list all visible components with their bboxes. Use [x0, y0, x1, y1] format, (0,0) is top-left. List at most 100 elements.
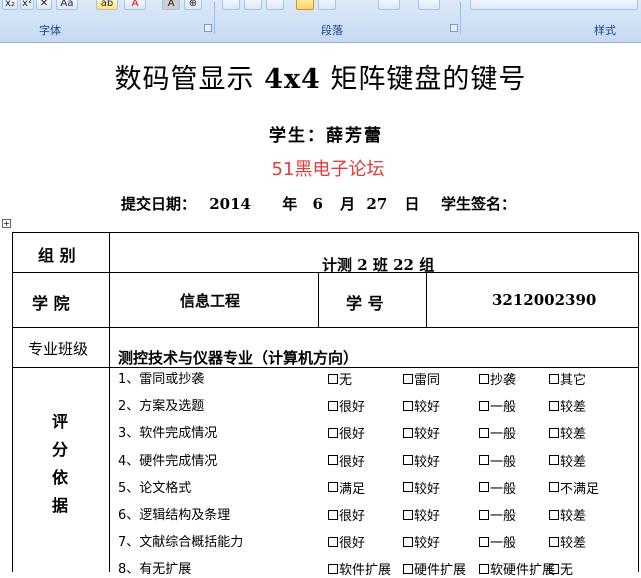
checkbox-icon[interactable]	[403, 536, 413, 547]
criterion-option[interactable]: 软硬件扩展	[479, 559, 555, 578]
criterion-option[interactable]: 较好	[403, 423, 440, 442]
criterion-option[interactable]: 不满足	[549, 478, 599, 497]
criterion-option[interactable]: 较好	[403, 505, 440, 524]
submit-day: 27	[366, 195, 388, 213]
option-label: 一般	[490, 481, 517, 497]
checkbox-icon[interactable]	[403, 509, 413, 520]
checkbox-icon[interactable]	[479, 373, 489, 384]
criterion-option[interactable]: 一般	[479, 451, 516, 470]
document-page[interactable]: 数码管显示 4x4 矩阵键盘的键号 学生：薛芳蕾 51黑电子论坛 提交日期： 2…	[0, 43, 641, 578]
checkbox-icon[interactable]	[403, 427, 413, 438]
checkbox-icon[interactable]	[328, 427, 338, 438]
option-label: 较好	[414, 481, 441, 497]
criterion-option[interactable]: 抄袭	[479, 369, 516, 388]
style-gallery[interactable]	[470, 0, 638, 10]
criterion-option[interactable]: 较好	[403, 451, 440, 470]
subscript-button[interactable]: x₂	[2, 0, 18, 10]
checkbox-icon[interactable]	[549, 482, 559, 493]
shading-button[interactable]	[378, 0, 400, 10]
font-dialog-launcher-icon[interactable]	[204, 24, 212, 32]
checkbox-icon[interactable]	[403, 482, 413, 493]
criterion-option[interactable]: 较差	[549, 423, 586, 442]
checkbox-icon[interactable]	[549, 427, 559, 438]
criterion-option[interactable]: 软件扩展	[328, 559, 391, 578]
criterion-option[interactable]: 较差	[549, 451, 586, 470]
criterion-option[interactable]: 很好	[328, 505, 365, 524]
criterion-option[interactable]: 较好	[403, 478, 440, 497]
checkbox-icon[interactable]	[479, 563, 489, 574]
option-label: 很好	[339, 536, 366, 552]
paragraph-group-label: 段落	[321, 24, 343, 37]
clear-format-button[interactable]: ✕	[36, 0, 52, 10]
basis-char: 依	[52, 468, 69, 487]
option-label: 一般	[490, 454, 517, 470]
criterion-option[interactable]: 较好	[403, 532, 440, 551]
signature-label: 学生签名：	[441, 195, 517, 213]
criterion-option[interactable]: 很好	[328, 396, 365, 415]
criterion-option[interactable]: 硬件扩展	[403, 559, 466, 578]
border-button[interactable]	[418, 0, 440, 10]
checkbox-icon[interactable]	[479, 455, 489, 466]
align-left-button[interactable]	[222, 0, 240, 10]
title-prefix: 数码管显示	[114, 64, 255, 95]
distribute-button[interactable]	[318, 0, 336, 10]
criterion-option[interactable]: 其它	[549, 369, 586, 388]
char-shading-button[interactable]: A	[162, 0, 180, 10]
checkbox-icon[interactable]	[328, 509, 338, 520]
criterion-option[interactable]: 较好	[403, 396, 440, 415]
highlight-button[interactable]: ab	[96, 0, 118, 10]
option-label: 很好	[339, 509, 366, 524]
criterion-option[interactable]: 一般	[479, 478, 516, 497]
checkbox-icon[interactable]	[479, 482, 489, 493]
checkbox-icon[interactable]	[328, 482, 338, 493]
justify-button[interactable]	[296, 0, 314, 10]
option-label: 一般	[490, 509, 517, 524]
criterion-option[interactable]: 很好	[328, 423, 365, 442]
checkbox-icon[interactable]	[549, 455, 559, 466]
criterion-option[interactable]: 很好	[328, 532, 365, 551]
option-label: 较差	[560, 509, 587, 524]
checkbox-icon[interactable]	[549, 563, 559, 574]
checkbox-icon[interactable]	[549, 536, 559, 547]
checkbox-icon[interactable]	[403, 400, 413, 411]
criterion-option[interactable]: 较差	[549, 396, 586, 415]
checkbox-icon[interactable]	[403, 563, 413, 574]
criterion-option[interactable]: 一般	[479, 505, 516, 524]
criterion-option[interactable]: 一般	[479, 396, 516, 415]
criterion-option[interactable]: 很好	[328, 451, 365, 470]
checkbox-icon[interactable]	[549, 509, 559, 520]
align-right-button[interactable]	[266, 0, 284, 10]
enclose-char-button[interactable]: ⊕	[184, 0, 202, 10]
ribbon: x₂ x² ✕ Aa ab A A ⊕ 字体 段落 样式	[0, 0, 641, 43]
criterion-option[interactable]: 较差	[549, 505, 586, 524]
checkbox-icon[interactable]	[328, 455, 338, 466]
checkbox-icon[interactable]	[549, 400, 559, 411]
checkbox-icon[interactable]	[328, 536, 338, 547]
criterion-option[interactable]: 一般	[479, 423, 516, 442]
checkbox-icon[interactable]	[328, 563, 338, 574]
college-value: 信息工程	[180, 292, 241, 310]
criterion-option[interactable]: 无	[328, 369, 352, 388]
checkbox-icon[interactable]	[479, 509, 489, 520]
criterion-option[interactable]: 雷同	[403, 369, 440, 388]
checkbox-icon[interactable]	[328, 400, 338, 411]
checkbox-icon[interactable]	[479, 427, 489, 438]
paragraph-dialog-launcher-icon[interactable]	[450, 24, 458, 32]
superscript-button[interactable]: x²	[20, 0, 34, 10]
checkbox-icon[interactable]	[479, 400, 489, 411]
criterion-option[interactable]: 满足	[328, 478, 365, 497]
option-label: 较差	[560, 400, 587, 416]
align-center-button[interactable]	[244, 0, 262, 10]
criterion-option[interactable]: 较差	[549, 532, 586, 551]
font-color-button[interactable]: A	[124, 0, 146, 10]
table-move-handle-icon[interactable]: +	[2, 219, 11, 228]
checkbox-icon[interactable]	[479, 536, 489, 547]
criterion-option[interactable]: 无	[549, 559, 573, 578]
checkbox-icon[interactable]	[403, 373, 413, 384]
checkbox-icon[interactable]	[549, 373, 559, 384]
criterion-option[interactable]: 一般	[479, 532, 516, 551]
checkbox-icon[interactable]	[328, 373, 338, 384]
change-case-button[interactable]: Aa	[56, 0, 78, 10]
table-border	[426, 273, 427, 328]
checkbox-icon[interactable]	[403, 455, 413, 466]
